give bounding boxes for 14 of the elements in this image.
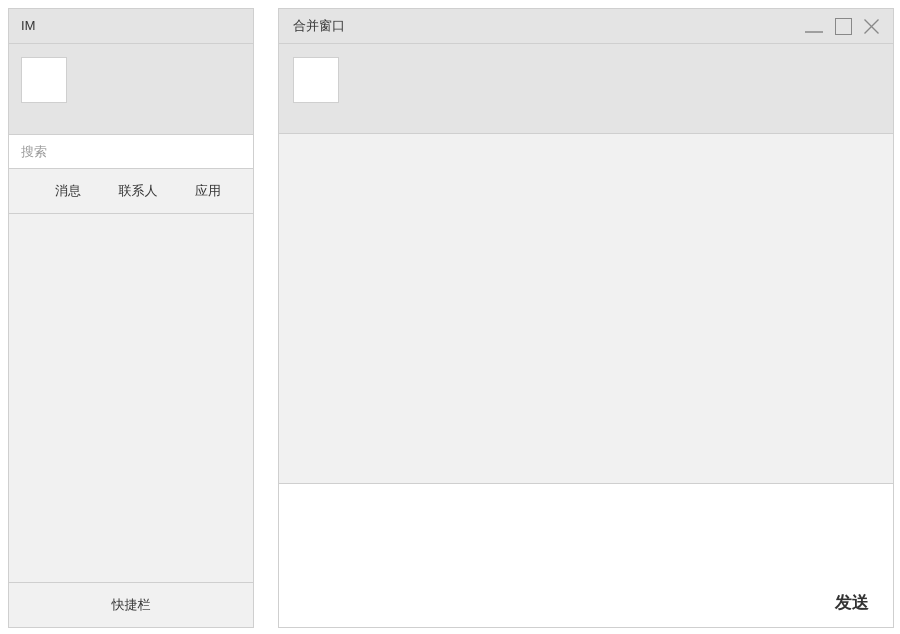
send-button[interactable]: 发送 — [835, 590, 869, 615]
window-title: 合并窗口 — [293, 17, 346, 36]
tab[interactable]: 应用 — [173, 181, 243, 201]
minimize-icon[interactable] — [805, 30, 823, 34]
message-input[interactable]: 发送 — [279, 484, 893, 627]
maximize-icon[interactable] — [835, 18, 852, 34]
search-field[interactable]: 搜索 — [9, 134, 253, 169]
avatar — [21, 57, 67, 103]
quick-bar-label[interactable]: 快捷栏 — [112, 595, 150, 615]
tab[interactable]: 联系人 — [103, 181, 173, 201]
close-icon[interactable] — [864, 18, 879, 34]
window-title: IM — [21, 17, 36, 36]
tab[interactable]: 消息 — [33, 181, 103, 201]
avatar — [293, 57, 339, 103]
